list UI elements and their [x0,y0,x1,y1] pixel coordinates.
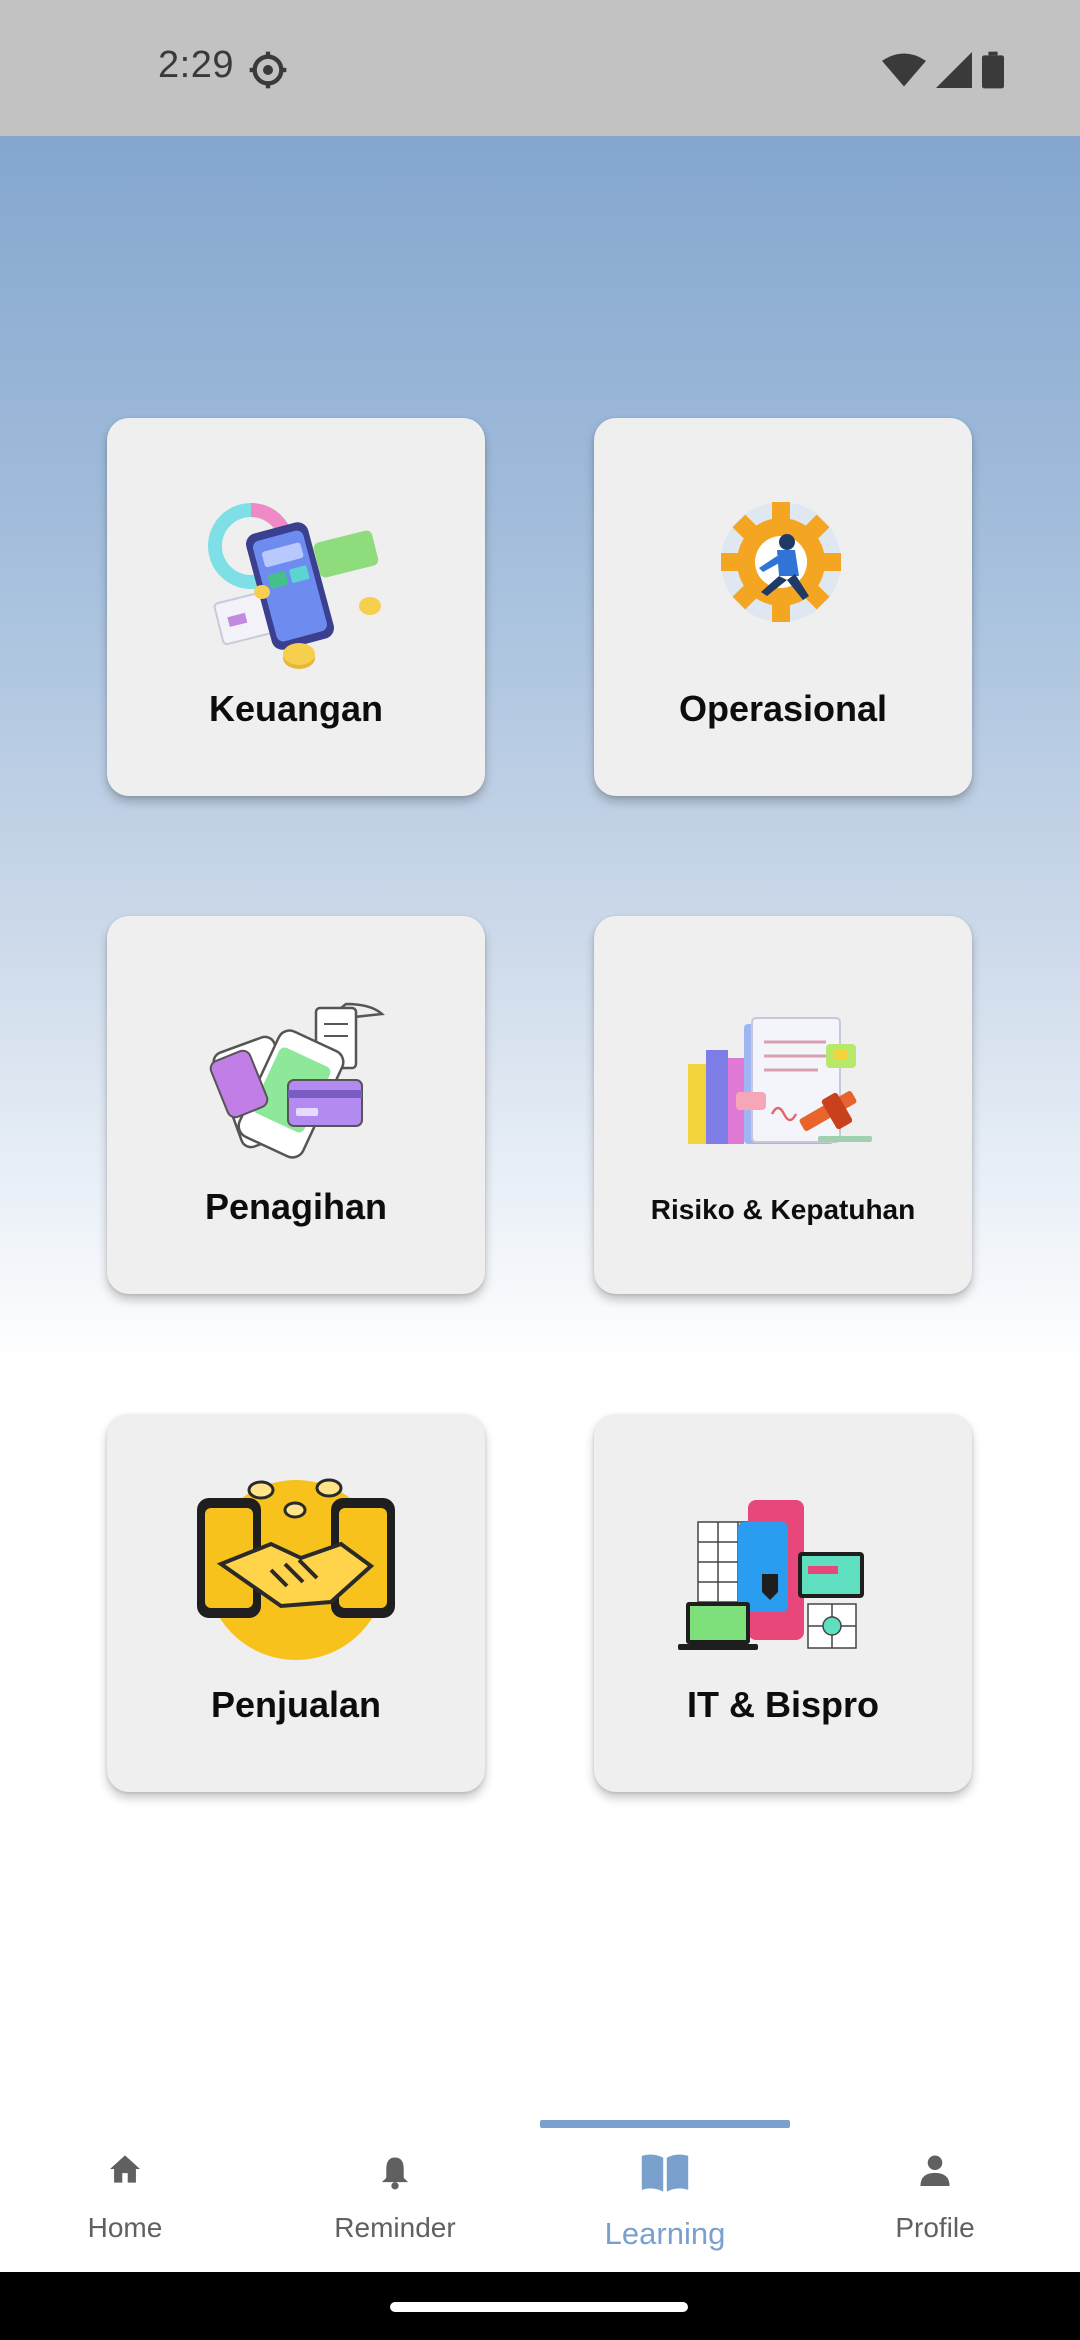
category-label: Keuangan [208,688,384,729]
battery-icon [982,51,1004,89]
category-card-it-bispro[interactable]: IT & Bispro [594,1414,972,1792]
home-gesture-handle[interactable] [390,2302,688,2312]
category-label: Penagihan [204,1186,388,1227]
it-devices-illustration-icon [678,1500,864,1650]
settings-gear-icon [249,51,287,89]
nav-item-home[interactable]: Home [0,2120,250,2272]
bell-icon [381,2157,409,2190]
operations-gear-illustration-icon [721,502,841,622]
wifi-icon [882,53,926,87]
bottom-navigation: Home Reminder Learning Profile [0,2120,1080,2272]
category-card-keuangan[interactable]: Keuangan [107,418,485,796]
nav-item-reminder[interactable]: Reminder [270,2120,520,2272]
nav-label: Profile [895,2212,975,2243]
category-label: Penjualan [210,1684,382,1725]
person-icon [920,2155,950,2186]
nav-item-profile[interactable]: Profile [810,2120,1060,2272]
learning-categories-panel: Keuangan Operasional Penagihan Risiko & … [0,136,1080,2120]
billing-illustration-icon [209,1002,385,1159]
status-indicators [882,50,1004,90]
system-navigation-bar [0,2272,1080,2340]
category-label: Risiko & Kepatuhan [650,1194,916,1225]
category-label: IT & Bispro [686,1684,879,1725]
category-card-penjualan[interactable]: Penjualan [107,1414,485,1792]
finance-illustration-icon [208,503,381,669]
category-card-penagihan[interactable]: Penagihan [107,916,485,1294]
nav-label: Learning [604,2216,726,2251]
nav-label: Reminder [334,2212,456,2243]
nav-label: Home [87,2212,163,2243]
category-card-operasional[interactable]: Operasional [594,418,972,796]
status-bar: 2:29 [0,0,1080,136]
category-card-risiko-kepatuhan[interactable]: Risiko & Kepatuhan [594,916,972,1294]
book-icon [641,2154,689,2192]
status-time: 2:29 [158,44,234,86]
cell-signal-icon [936,52,972,88]
home-icon [110,2155,140,2183]
compliance-illustration-icon [688,1017,872,1144]
nav-item-learning[interactable]: Learning [540,2120,790,2272]
category-label: Operasional [678,688,888,729]
handshake-illustration-icon [197,1478,395,1660]
